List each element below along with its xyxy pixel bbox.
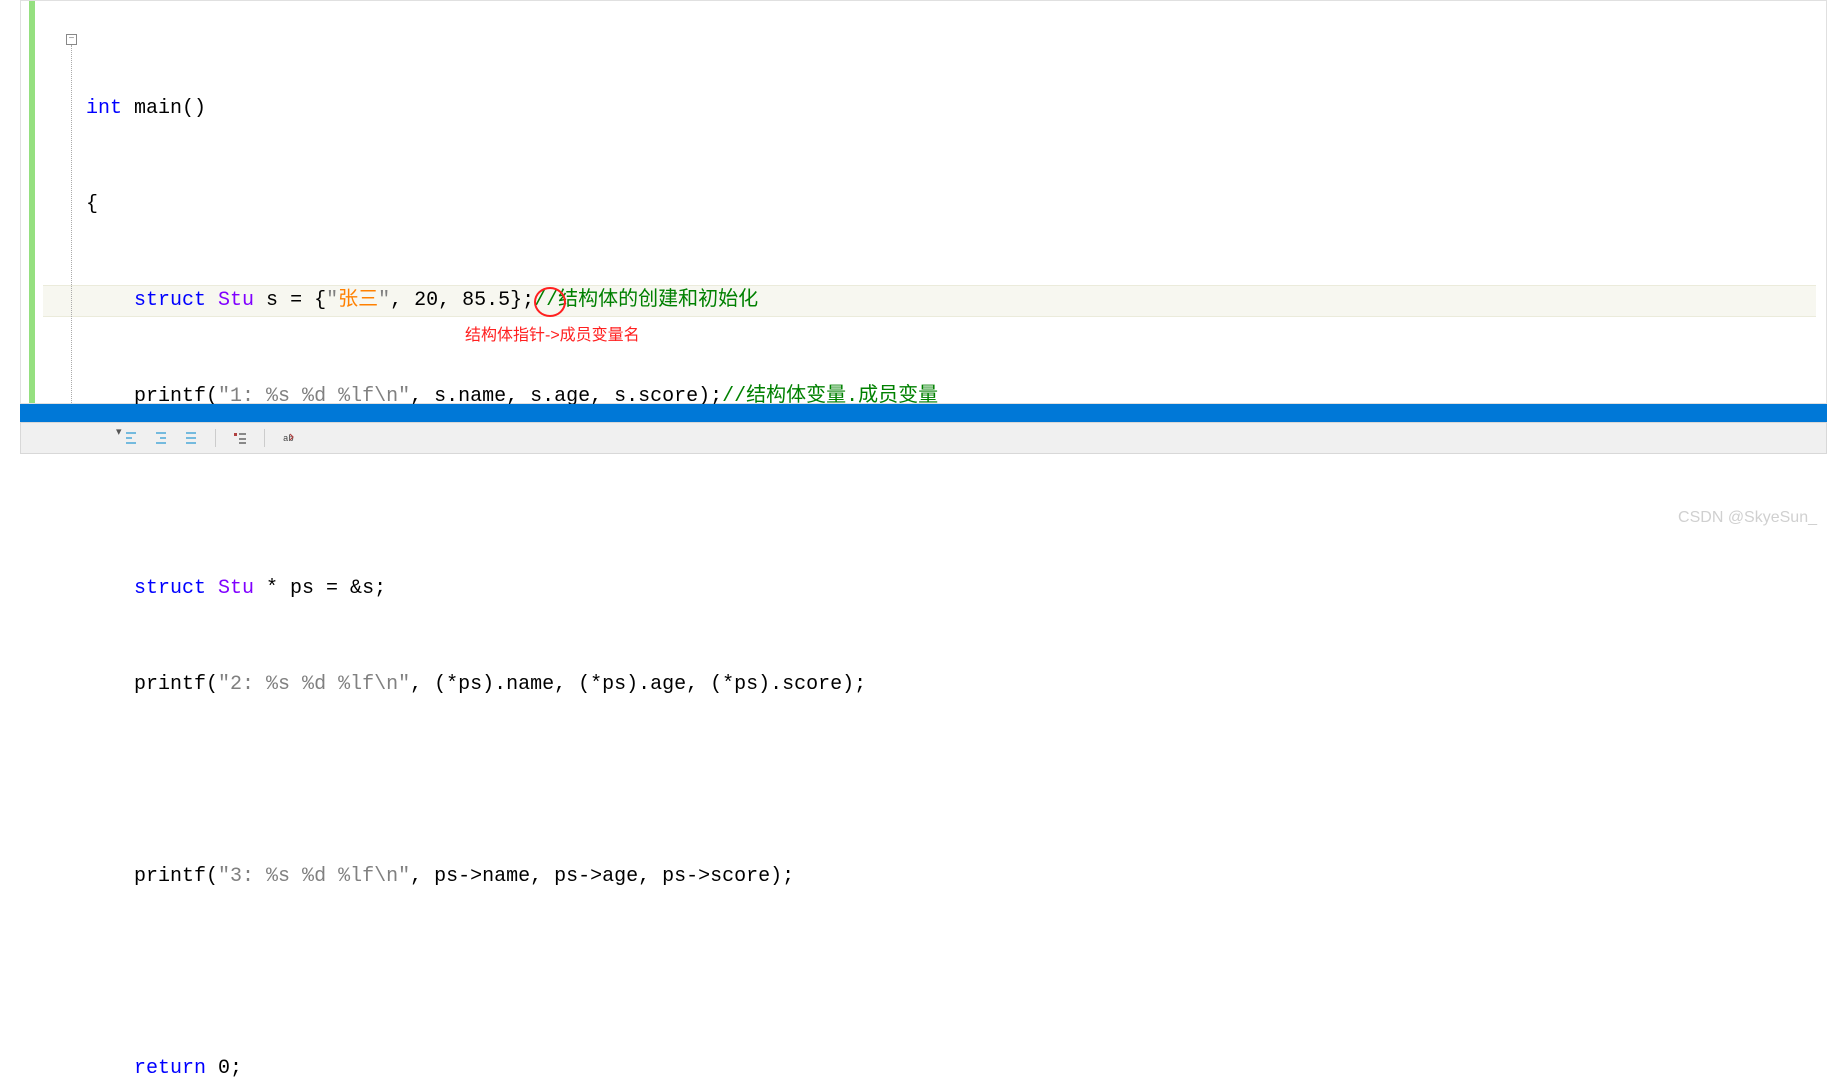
indent [86,673,134,696]
selection-bar [20,404,1827,422]
indent [86,1057,134,1078]
function-name: main [122,97,182,120]
fold-toggle[interactable]: − [66,34,77,45]
string: "3: %s %d %lf\n" [218,865,410,888]
code-line[interactable] [86,477,1816,509]
text: , 20, 85.5}; [390,289,534,312]
code-line[interactable]: return 0; [86,1053,1816,1078]
replace-icon[interactable]: ab [279,428,299,448]
text: s [266,289,290,312]
code-content[interactable]: int main() { struct Stu s = {"张三", 20, 8… [86,29,1816,1078]
code-line[interactable]: struct Stu s = {"张三", 20, 85.5};//结构体的创建… [86,285,1816,317]
string-zh: 张三 [338,289,378,312]
arrow-operator: -> [458,865,482,888]
function-call: printf [134,673,206,696]
fold-guide-line [71,45,72,405]
string: "2: %s %d %lf\n" [218,673,410,696]
toolbar-separator [215,429,216,447]
comment: //结构体的创建和初始化 [534,289,758,312]
code-editor[interactable]: − int main() { struct Stu s = {"张三", 20,… [20,0,1827,404]
align-icon[interactable] [181,428,201,448]
text: , (*ps).name, (*ps).age, (*ps).score); [410,673,866,696]
keyword: struct [134,289,206,312]
code-line[interactable] [86,957,1816,989]
toolbar-separator [264,429,265,447]
keyword: struct [134,577,206,600]
string-quote: " [378,289,390,312]
indent [86,289,134,312]
annotation-text: 结构体指针->成员变量名 [465,321,640,345]
text: name, ps->age, ps->score); [482,865,794,888]
dropdown-arrow-icon[interactable]: ▾ [116,425,122,439]
indent [86,577,134,600]
indent [86,865,134,888]
keyword: return [134,1057,206,1078]
function-call: printf [134,865,206,888]
code-line[interactable]: printf("3: %s %d %lf\n", ps->name, ps->a… [86,861,1816,893]
text: ( [206,673,218,696]
list-icon[interactable] [230,428,250,448]
text: () [182,97,206,120]
indent-right-icon[interactable] [151,428,171,448]
text: 0; [206,1057,242,1078]
keyword: int [86,97,122,120]
code-line[interactable]: int main() [86,93,1816,125]
type: Stu [206,289,266,312]
change-indicator-bar [29,1,35,403]
code-line[interactable]: struct Stu * ps = &s; [86,573,1816,605]
code-line[interactable]: { [86,189,1816,221]
text: , ps [410,865,458,888]
text: * ps = &s; [266,577,386,600]
watermark: CSDN @SkyeSun_ [1678,509,1817,527]
bottom-toolbar: ab [20,422,1827,454]
indent-left-icon[interactable] [121,428,141,448]
string-quote: " [326,289,338,312]
type: Stu [206,577,266,600]
text: = { [290,289,326,312]
code-line[interactable]: printf("2: %s %d %lf\n", (*ps).name, (*p… [86,669,1816,701]
code-line[interactable] [86,765,1816,797]
text: ( [206,865,218,888]
brace: { [86,193,98,216]
